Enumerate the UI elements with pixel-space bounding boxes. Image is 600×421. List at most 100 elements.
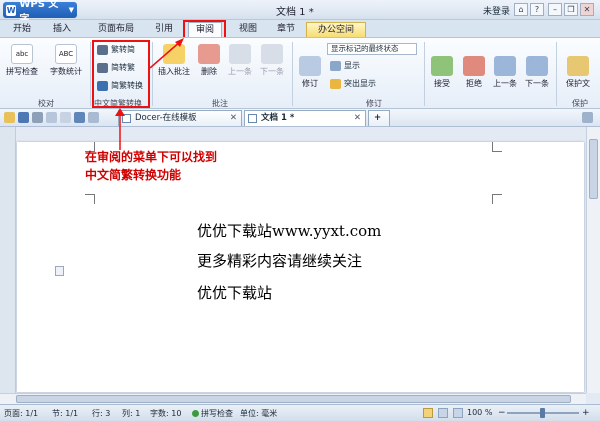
zoom-level[interactable]: 100 % <box>467 408 492 417</box>
accept-button[interactable]: 接受 <box>428 56 456 89</box>
next-change-label: 下一条 <box>525 79 549 88</box>
annotation-line-1: 在审阅的菜单下可以找到 <box>85 150 218 164</box>
next-change-button[interactable]: 下一条 <box>522 56 552 89</box>
track-changes-button[interactable]: 修订 <box>296 56 324 89</box>
arrow-down-icon <box>526 56 548 76</box>
word-count-label: 字数统计 <box>50 67 82 76</box>
proof-group-label: 校对 <box>38 99 54 108</box>
group-divider <box>152 42 153 106</box>
margin-corner-mark <box>492 142 502 152</box>
redo-icon[interactable] <box>88 112 99 123</box>
tab-insert[interactable]: 插入 <box>48 22 76 37</box>
outline-view-icon[interactable] <box>453 408 463 418</box>
tab-view[interactable]: 视图 <box>234 22 262 37</box>
tab-office-space[interactable]: 办公空间 <box>306 22 366 37</box>
reject-button[interactable]: 拒绝 <box>460 56 488 89</box>
app-menu-button[interactable]: W WPS 文字 ▼ <box>3 0 77 25</box>
save-icon[interactable] <box>18 112 29 123</box>
menu-bar: 开始 插入 页面布局 引用 审阅 视图 章节 办公空间 <box>0 20 600 38</box>
zoom-in-icon[interactable]: + <box>582 408 590 418</box>
open-icon[interactable] <box>4 112 15 123</box>
next-comment-button[interactable]: 下一条 <box>258 44 286 77</box>
help-icon[interactable]: ? <box>530 3 544 16</box>
document-page[interactable]: 在审阅的菜单下可以找到 中文简繁转换功能 优优下载站www.yyxt.com 更… <box>17 142 584 392</box>
prev-comment-label: 上一条 <box>228 67 252 76</box>
prev-comment-button[interactable]: 上一条 <box>226 44 254 77</box>
document-line-2: 更多精彩内容请继续关注 <box>197 252 363 270</box>
show-markup-label: 显示 <box>344 61 360 70</box>
print-preview-icon[interactable] <box>46 112 57 123</box>
tab-page-layout[interactable]: 页面布局 <box>93 22 139 37</box>
spell-icon[interactable] <box>60 112 71 123</box>
protect-group-label: 保护 <box>572 99 588 108</box>
quick-access-toolbar: Docer-在线模板 ✕ 文档 1 * ✕ + <box>0 109 600 127</box>
restore-icon[interactable]: ❐ <box>564 3 578 16</box>
status-section: 节: 1/1 <box>52 409 79 418</box>
close-icon[interactable]: ✕ <box>580 3 594 16</box>
next-comment-label: 下一条 <box>260 67 284 76</box>
group-divider <box>90 42 91 106</box>
spell-check-label: 拼写检查 <box>6 67 38 76</box>
word-count-button[interactable]: ABC 字数统计 <box>46 44 86 77</box>
layout-icon[interactable] <box>582 112 593 123</box>
highlight-icon <box>330 78 341 89</box>
close-tab-icon[interactable]: ✕ <box>230 111 237 126</box>
tab-references[interactable]: 引用 <box>150 22 178 37</box>
reject-icon <box>463 56 485 76</box>
document-line-1: 优优下载站www.yyxt.com <box>197 222 382 240</box>
vertical-scroll-thumb[interactable] <box>589 139 598 199</box>
status-column: 列: 1 <box>122 409 141 418</box>
status-spell-check[interactable]: 拼写检查 <box>192 408 233 419</box>
insert-comment-label: 插入批注 <box>158 67 190 76</box>
document-line-3: 优优下载站 <box>197 284 273 302</box>
horizontal-scrollbar[interactable] <box>0 393 586 404</box>
tab-doc-label: 文档 1 * <box>261 113 295 123</box>
vertical-scrollbar[interactable] <box>586 127 600 393</box>
insert-comment-button[interactable]: 插入批注 <box>156 44 192 77</box>
undo-icon[interactable] <box>74 112 85 123</box>
print-icon[interactable] <box>32 112 43 123</box>
show-markup-button[interactable]: 显示 <box>330 60 360 71</box>
title-bar: W WPS 文字 ▼ 文档 1 * 未登录 ⌂ ? – ❐ ✕ <box>0 0 600 25</box>
status-page: 页面: 1/1 <box>4 409 39 418</box>
page-view-icon[interactable] <box>423 408 433 418</box>
reject-label: 拒绝 <box>466 79 482 88</box>
wps-logo-icon: W <box>6 4 17 16</box>
show-icon <box>330 60 341 71</box>
lock-icon <box>567 56 589 76</box>
arrow-up-icon <box>229 44 251 64</box>
horizontal-scroll-thumb[interactable] <box>16 395 571 403</box>
status-word-count[interactable]: 字数: 10 <box>150 408 181 419</box>
minimize-icon[interactable]: – <box>548 3 562 16</box>
arrow-down-icon <box>261 44 283 64</box>
paragraph-marker-icon[interactable] <box>55 266 64 276</box>
highlight-label: 突出显示 <box>344 79 376 88</box>
tab-chapter[interactable]: 章节 <box>272 22 300 37</box>
tab-home[interactable]: 开始 <box>8 22 36 37</box>
tab-docer-templates[interactable]: Docer-在线模板 ✕ <box>118 110 242 126</box>
ribbon: abc 拼写检查 ABC 字数统计 校对 繁转简 简转繁 简繁转换 中文简繁转换… <box>0 37 600 109</box>
margin-corner-mark <box>492 194 502 204</box>
zoom-slider-handle[interactable] <box>540 408 545 418</box>
spell-check-button[interactable]: abc 拼写检查 <box>4 44 40 77</box>
status-row: 行: 3 <box>92 409 111 418</box>
arrow-up-icon <box>494 56 516 76</box>
tab-document-1[interactable]: 文档 1 * ✕ <box>244 110 366 126</box>
new-tab-button[interactable]: + <box>368 110 390 126</box>
web-view-icon[interactable] <box>438 408 448 418</box>
prev-change-button[interactable]: 上一条 <box>490 56 520 89</box>
comments-group-label: 批注 <box>212 99 228 108</box>
window-title: 文档 1 * <box>276 7 314 18</box>
delete-comment-label: 删除 <box>201 67 217 76</box>
login-status[interactable]: 未登录 <box>483 4 510 17</box>
spell-status-icon <box>192 410 199 417</box>
tab-docer-label: Docer-在线模板 <box>135 113 197 123</box>
protect-document-button[interactable]: 保护文 <box>560 56 596 89</box>
delete-comment-button[interactable]: 删除 <box>196 44 222 77</box>
skin-icon[interactable]: ⌂ <box>514 3 528 16</box>
markup-state-select[interactable]: 显示标记的最终状态 <box>327 43 417 55</box>
pen-icon <box>299 56 321 76</box>
close-tab-icon[interactable]: ✕ <box>354 111 361 126</box>
highlight-button[interactable]: 突出显示 <box>330 78 376 89</box>
zoom-out-icon[interactable]: − <box>498 408 506 418</box>
